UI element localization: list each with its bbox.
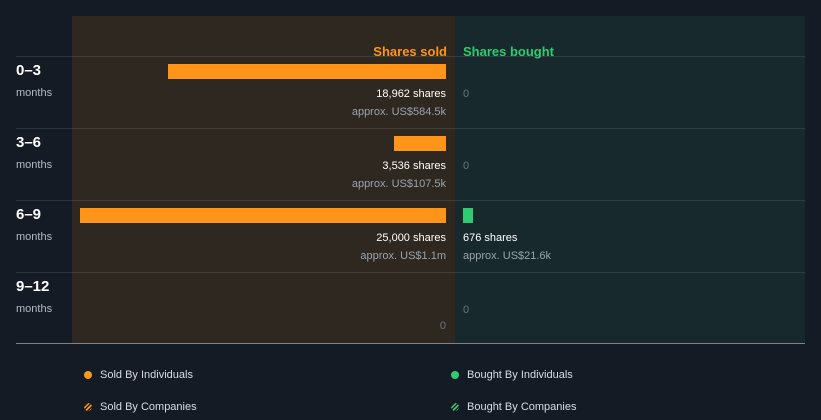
- bought-zero-label: 0: [463, 304, 470, 316]
- sold-zero-label: 0: [439, 320, 446, 332]
- sold-bar: [80, 208, 446, 223]
- bought-zero-label: 0: [463, 88, 470, 100]
- period-label: 3–6: [16, 134, 42, 151]
- green-hatched-dot-icon: [451, 403, 459, 411]
- legend-label: Bought By Individuals: [467, 369, 573, 381]
- shares-bought-panel: Shares bought: [455, 16, 805, 343]
- row-divider: [16, 56, 805, 57]
- bought-shares-label: 676 shares: [463, 232, 518, 244]
- sold-bar: [394, 136, 446, 151]
- period-label: 0–3: [16, 62, 42, 79]
- legend-label: Sold By Individuals: [100, 369, 193, 381]
- sold-value-label: approx. US$1.1m: [360, 250, 446, 262]
- period-unit: months: [16, 303, 53, 315]
- period-label: 6–9: [16, 206, 42, 223]
- orange-hatched-dot-icon: [84, 403, 92, 411]
- chart-baseline: [16, 343, 805, 344]
- green-dot-icon: [451, 371, 459, 379]
- sold-shares-label: 3,536 shares: [382, 160, 446, 172]
- legend-item: Bought By Companies: [451, 401, 576, 413]
- period-unit: months: [16, 231, 53, 243]
- bought-zero-label: 0: [463, 160, 470, 172]
- sold-value-label: approx. US$584.5k: [351, 106, 446, 118]
- orange-dot-icon: [84, 371, 92, 379]
- period-label: 9–12: [16, 278, 50, 295]
- sold-shares-label: 25,000 shares: [376, 232, 446, 244]
- legend-item: Sold By Individuals: [84, 369, 193, 381]
- bought-bar: [463, 208, 473, 223]
- period-unit: months: [16, 159, 53, 171]
- sold-shares-label: 18,962 shares: [376, 88, 446, 100]
- legend-item: Sold By Companies: [84, 401, 197, 413]
- legend-item: Bought By Individuals: [451, 369, 573, 381]
- sold-bar: [168, 64, 446, 79]
- row-divider: [16, 128, 805, 129]
- legend-label: Bought By Companies: [467, 401, 577, 413]
- period-unit: months: [16, 87, 53, 99]
- legend-label: Sold By Companies: [100, 401, 197, 413]
- sold-value-label: approx. US$107.5k: [351, 178, 446, 190]
- row-divider: [16, 200, 805, 201]
- row-divider: [16, 272, 805, 273]
- bought-value-label: approx. US$21.6k: [463, 250, 552, 262]
